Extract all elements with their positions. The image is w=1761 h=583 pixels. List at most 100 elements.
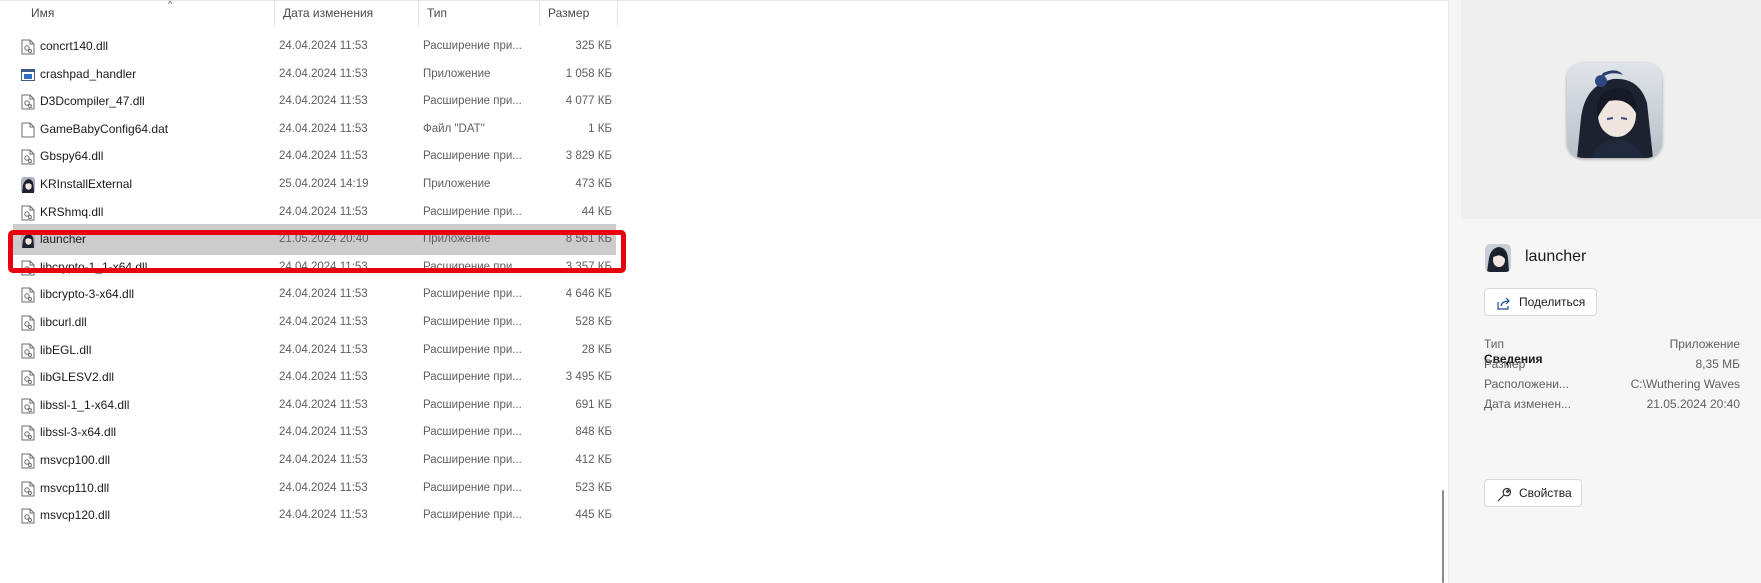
dll-icon <box>21 39 35 55</box>
file-row[interactable]: libcrypto-1_1-x64.dll 24.04.2024 11:53 Рас… <box>13 252 616 283</box>
file-type: Приложение <box>423 177 491 190</box>
file-size: 3 829 КБ <box>565 150 612 163</box>
file-type: Расширение при... <box>423 95 522 108</box>
app-preview-image <box>1567 63 1662 158</box>
file-size: 523 КБ <box>575 481 612 494</box>
file-size: 325 КБ <box>575 39 612 52</box>
file-name: concrt140.dll <box>40 38 109 53</box>
share-button-label: Поделиться <box>1519 295 1586 309</box>
dll-icon <box>21 425 35 441</box>
file-row[interactable]: msvcp110.dll 24.04.2024 11:53 Расширение п… <box>13 473 616 504</box>
file-size: 412 КБ <box>575 453 612 466</box>
file-type: Расширение при... <box>423 343 522 356</box>
file-row[interactable]: libEGL.dll 24.04.2024 11:53 Расширение при… <box>13 335 616 366</box>
dll-icon <box>21 149 35 165</box>
file-type: Расширение при... <box>423 39 522 52</box>
column-header-type-label: Тип <box>427 6 448 20</box>
file-size: 28 КБ <box>581 343 612 356</box>
file-row[interactable]: libssl-3-x64.dll 24.04.2024 11:53 Расширен… <box>13 417 616 448</box>
file-row[interactable]: concrt140.dll 24.04.2024 11:53 Расширение … <box>13 31 616 62</box>
file-size: 4 077 КБ <box>565 95 612 108</box>
dll-icon <box>21 260 35 276</box>
file-name: libEGL.dll <box>40 342 92 357</box>
file-row[interactable]: msvcp120.dll 24.04.2024 11:53 Расширение п… <box>13 500 616 531</box>
game-icon <box>21 232 35 249</box>
file-name: libcrypto-3-x64.dll <box>40 287 135 302</box>
file-name: msvcp120.dll <box>40 508 111 523</box>
file-row[interactable]: GameBabyConfig64.dat 24.04.2024 11:53 Файл… <box>13 114 616 145</box>
dll-icon <box>21 481 35 497</box>
file-date: 24.04.2024 11:53 <box>279 39 368 52</box>
file-icon <box>21 122 35 138</box>
preview-area <box>1461 0 1761 220</box>
file-date: 24.04.2024 11:53 <box>279 288 368 301</box>
file-name: msvcp100.dll <box>40 452 111 467</box>
dll-icon <box>21 508 35 524</box>
file-name: KRInstallExternal <box>40 176 133 191</box>
file-row[interactable]: libGLESV2.dll 24.04.2024 11:53 Расширение … <box>13 362 616 393</box>
file-row[interactable]: KRInstallExternal 25.04.2024 14:19 Приложе… <box>13 169 616 200</box>
share-button[interactable]: Поделиться <box>1484 288 1597 316</box>
scrollbar-thumb[interactable] <box>1442 490 1444 583</box>
file-date: 24.04.2024 11:53 <box>279 150 368 163</box>
column-header-date-label: Дата изменения <box>283 6 374 20</box>
details-field-key: Размер <box>1484 357 1526 371</box>
file-date: 24.04.2024 11:53 <box>279 122 368 135</box>
file-row[interactable]: crashpad_handler 24.04.2024 11:53 Приложен… <box>13 59 616 90</box>
dll-icon <box>21 94 35 110</box>
file-size: 1 058 КБ <box>565 67 612 80</box>
file-type: Расширение при... <box>423 315 522 328</box>
file-type: Расширение при... <box>423 481 522 494</box>
dll-icon <box>21 398 35 414</box>
column-header-size[interactable]: Размер <box>540 0 618 27</box>
column-header-date[interactable]: Дата изменения <box>275 0 419 27</box>
file-name: libssl-3-x64.dll <box>40 425 117 440</box>
file-type: Расширение при... <box>423 453 522 466</box>
file-date: 25.04.2024 14:19 <box>279 177 369 190</box>
file-name: D3Dcompiler_47.dll <box>40 94 145 109</box>
vertical-scrollbar[interactable] <box>1438 0 1448 583</box>
dll-icon <box>21 370 35 386</box>
file-row[interactable]: KRShmq.dll 24.04.2024 11:53 Расширение при… <box>13 197 616 228</box>
file-size: 3 357 КБ <box>565 260 612 273</box>
file-row[interactable]: D3Dcompiler_47.dll 24.04.2024 11:53 Расшир… <box>13 86 616 117</box>
file-name: libcurl.dll <box>40 314 87 329</box>
file-type: Расширение при... <box>423 426 522 439</box>
details-field: Расположени... C:\Wuthering Waves <box>1484 377 1740 393</box>
file-name: libssl-1_1-x64.dll <box>40 397 130 412</box>
file-row-selected[interactable]: launcher 21.05.2024 20:40 Приложение 8 561 … <box>13 224 616 256</box>
file-row[interactable]: libcrypto-3-x64.dll 24.04.2024 11:53 Расши… <box>13 279 616 310</box>
file-size: 44 КБ <box>581 205 612 218</box>
file-date: 24.04.2024 11:53 <box>279 95 368 108</box>
file-row[interactable]: libssl-1_1-x64.dll 24.04.2024 11:53 Расшир… <box>13 390 616 421</box>
file-name: libGLESV2.dll <box>40 370 115 385</box>
file-name: Gbspy64.dll <box>40 149 104 164</box>
file-size: 473 КБ <box>575 177 612 190</box>
file-date: 24.04.2024 11:53 <box>279 315 368 328</box>
file-size: 8 561 КБ <box>565 233 612 246</box>
share-icon <box>1496 295 1512 311</box>
column-header-type[interactable]: Тип <box>419 0 540 27</box>
dll-icon <box>21 453 35 469</box>
properties-button[interactable]: Свойства <box>1484 479 1582 507</box>
file-date: 24.04.2024 11:53 <box>279 453 368 466</box>
file-name: msvcp110.dll <box>40 480 110 495</box>
file-type: Расширение при... <box>423 371 522 384</box>
dll-icon <box>21 205 35 221</box>
game-icon <box>21 176 35 193</box>
properties-button-label: Свойства <box>1519 486 1572 500</box>
file-row[interactable]: Gbspy64.dll 24.04.2024 11:53 Расширение пр… <box>13 141 616 172</box>
dll-icon <box>21 287 35 303</box>
file-size: 1 КБ <box>588 122 612 135</box>
file-size: 691 КБ <box>575 398 612 411</box>
column-header-name[interactable]: Имя ^ <box>23 0 275 27</box>
file-row[interactable]: msvcp100.dll 24.04.2024 11:53 Расширение п… <box>13 445 616 476</box>
file-type: Расширение при... <box>423 398 522 411</box>
details-field-key: Тип <box>1484 337 1505 351</box>
file-date: 24.04.2024 11:53 <box>279 426 368 439</box>
file-row[interactable]: libcurl.dll 24.04.2024 11:53 Расширение пр… <box>13 307 616 338</box>
details-field: Размер 8,35 МБ <box>1484 357 1740 373</box>
column-header-name-label: Имя <box>31 6 55 20</box>
file-type: Приложение <box>423 233 491 246</box>
details-field: Дата изменен... 21.05.2024 20:40 <box>1484 397 1740 413</box>
